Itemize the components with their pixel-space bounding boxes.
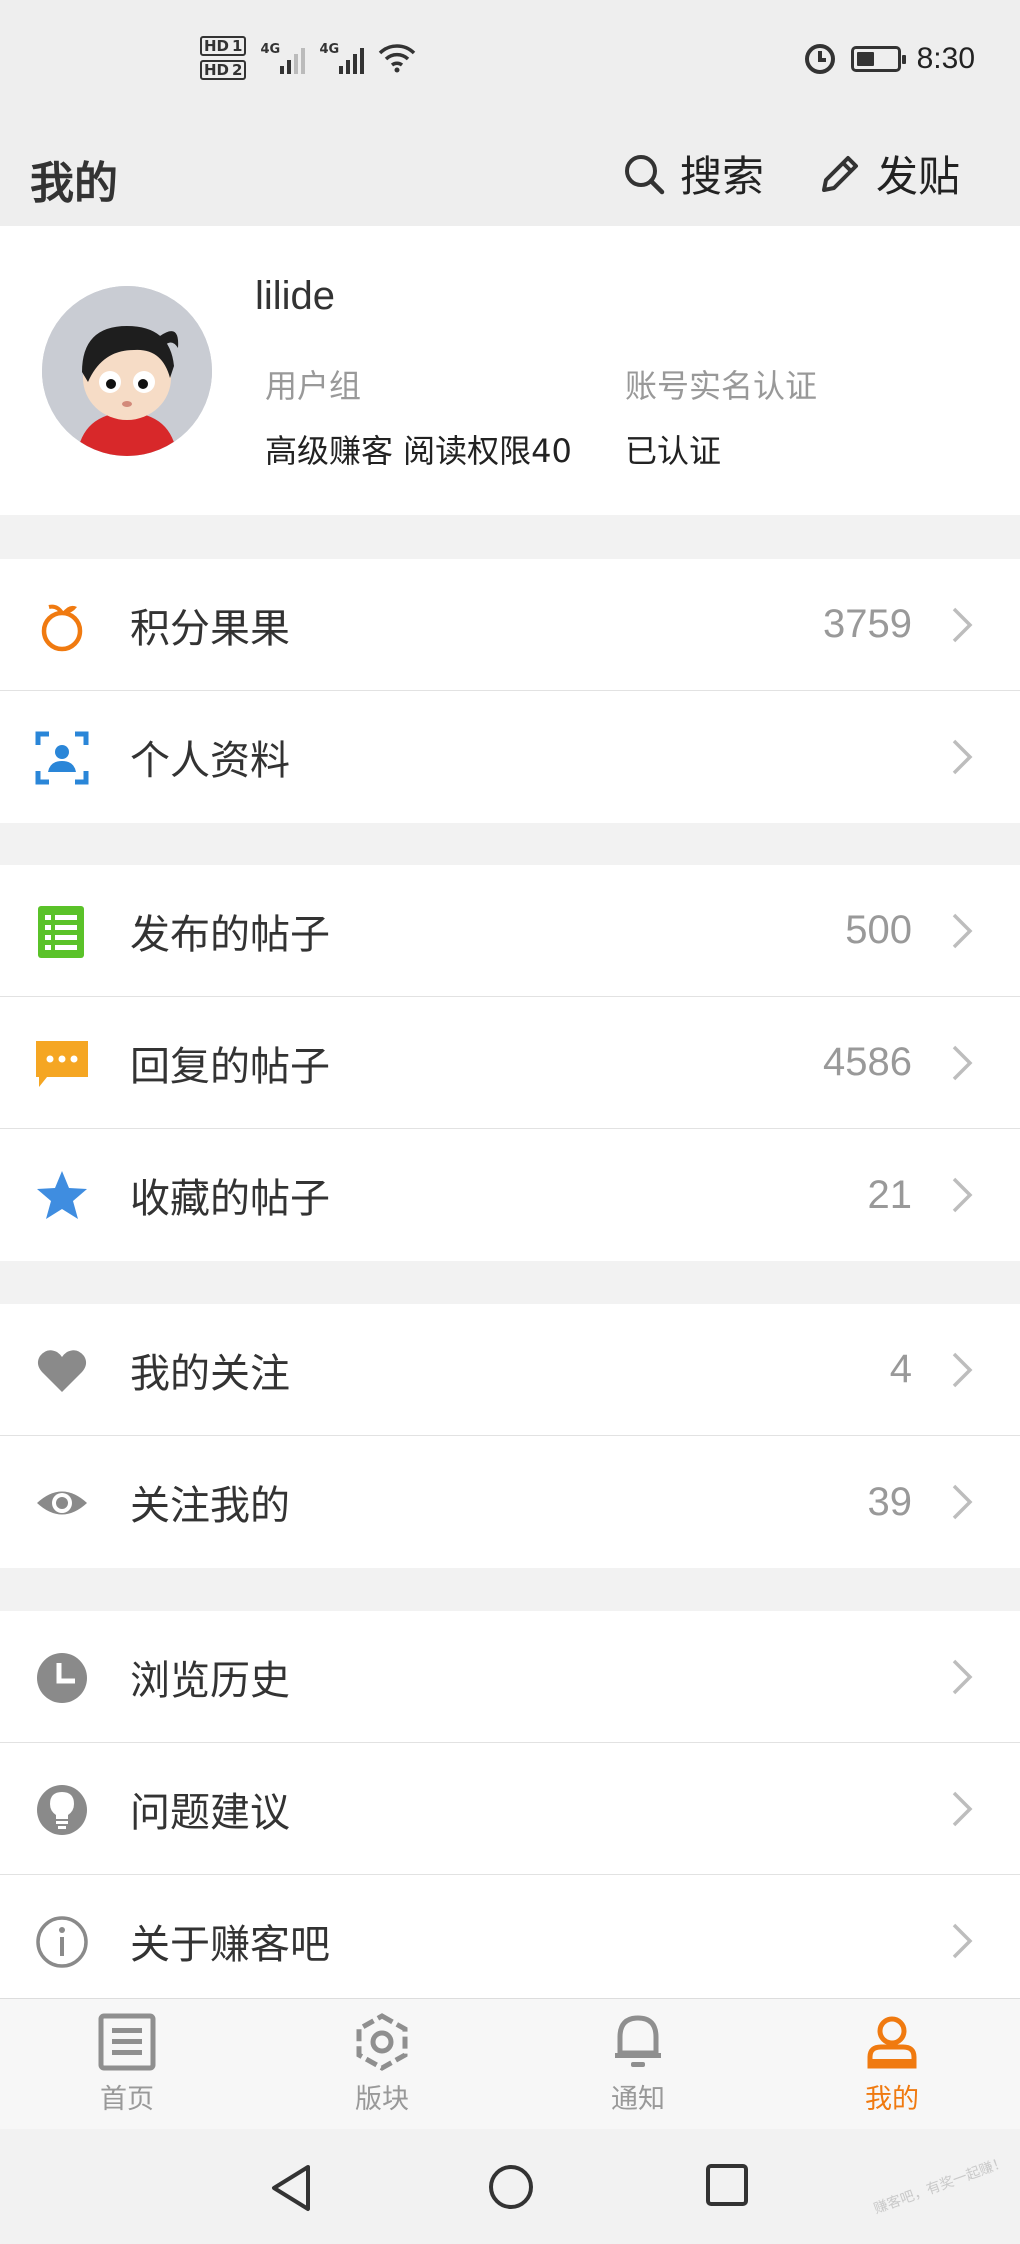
menu-item-following[interactable]: 我的关注 4 bbox=[0, 1304, 1020, 1436]
chevron-right-icon bbox=[952, 1045, 973, 1081]
home-circle-icon[interactable] bbox=[487, 2163, 535, 2211]
orange-icon bbox=[41, 604, 83, 652]
star-icon bbox=[37, 1171, 87, 1219]
watermark: 赚客吧，有奖一起赚！ bbox=[871, 2154, 1009, 2218]
hd2-badge: HD 2 bbox=[200, 60, 247, 80]
search-button[interactable]: 搜索 bbox=[622, 143, 764, 204]
chat-bubble-icon bbox=[36, 1041, 88, 1087]
menu-count: 21 bbox=[867, 1172, 913, 1217]
menu-item-favorites[interactable]: 收藏的帖子 21 bbox=[0, 1129, 1020, 1261]
page-title: 我的 bbox=[30, 158, 118, 209]
menu-item-about[interactable]: 关于赚客吧 bbox=[0, 1875, 1020, 1998]
clock-icon bbox=[37, 1653, 87, 1703]
chevron-right-icon bbox=[952, 607, 973, 643]
recents-square-icon[interactable] bbox=[705, 2163, 749, 2207]
menu-label: 积分果果 bbox=[130, 605, 290, 652]
avatar-image bbox=[42, 286, 212, 456]
tab-label: 首页 bbox=[100, 2084, 154, 2115]
app-header: 我的 搜索 发贴 bbox=[0, 125, 1020, 226]
chevron-right-icon bbox=[952, 1923, 973, 1959]
post-label: 发贴 bbox=[876, 152, 961, 201]
bell-icon bbox=[615, 2015, 661, 2067]
signal-2-icon: 4G bbox=[319, 42, 365, 74]
tab-label: 我的 bbox=[865, 2084, 919, 2115]
signal-1-icon: 4G bbox=[260, 42, 306, 74]
status-left: HD 1 HD 2 4G 4G bbox=[200, 36, 416, 80]
search-label: 搜索 bbox=[680, 152, 765, 201]
user-icon bbox=[867, 2016, 917, 2069]
chevron-right-icon bbox=[952, 1352, 973, 1388]
menu-group-misc: 浏览历史 问题建议 关于赚客吧 bbox=[0, 1611, 1020, 1998]
new-post-button[interactable]: 发贴 bbox=[818, 143, 960, 204]
tab-label: 通知 bbox=[611, 2084, 665, 2115]
menu-item-my-replies[interactable]: 回复的帖子 4586 bbox=[0, 997, 1020, 1129]
menu-label: 发布的帖子 bbox=[130, 911, 330, 958]
hd1-badge: HD 1 bbox=[200, 36, 247, 56]
tab-mine[interactable]: 我的 bbox=[832, 2013, 952, 2116]
menu-item-profile-info[interactable]: 个人资料 bbox=[0, 691, 1020, 823]
menu-label: 问题建议 bbox=[130, 1789, 290, 1836]
pencil-icon bbox=[822, 155, 858, 192]
user-group-label: 用户组 bbox=[265, 367, 362, 405]
menu-item-points[interactable]: 积分果果 3759 bbox=[0, 559, 1020, 691]
menu-item-followers[interactable]: 关注我的 39 bbox=[0, 1436, 1020, 1568]
menu-count: 4 bbox=[889, 1347, 912, 1391]
menu-group-follow: 我的关注 4 关注我的 39 bbox=[0, 1304, 1020, 1568]
avatar[interactable] bbox=[42, 286, 212, 456]
tab-boards[interactable]: 版块 bbox=[322, 2013, 442, 2116]
menu-count: 500 bbox=[845, 908, 912, 952]
verify-value: 已认证 bbox=[625, 432, 722, 470]
menu-label: 关注我的 bbox=[130, 1483, 290, 1529]
status-time: 8:30 bbox=[916, 42, 975, 75]
alarm-icon bbox=[804, 44, 835, 74]
eye-icon bbox=[37, 1491, 87, 1515]
list-icon bbox=[38, 906, 84, 958]
profile-card[interactable]: lilide 用户组 账号实名认证 高级赚客 阅读权限40 已认证 bbox=[0, 226, 1020, 515]
hexagon-gear-icon bbox=[356, 2013, 408, 2071]
menu-label: 我的关注 bbox=[130, 1350, 290, 1397]
menu-label: 浏览历史 bbox=[130, 1657, 290, 1704]
tab-label: 版块 bbox=[355, 2084, 409, 2115]
menu-count: 4586 bbox=[823, 1040, 912, 1084]
menu-item-my-posts[interactable]: 发布的帖子 500 bbox=[0, 865, 1020, 997]
menu-item-feedback[interactable]: 问题建议 bbox=[0, 1743, 1020, 1875]
bottom-tab-bar: 首页 版块 通知 我的 bbox=[0, 1998, 1020, 2129]
system-nav-bar: 赚客吧，有奖一起赚！ bbox=[0, 2129, 1020, 2244]
tab-home[interactable]: 首页 bbox=[67, 2013, 187, 2116]
chevron-right-icon bbox=[952, 1484, 973, 1520]
tab-notify[interactable]: 通知 bbox=[578, 2013, 698, 2116]
wifi-icon bbox=[379, 44, 416, 73]
menu-count: 39 bbox=[867, 1479, 913, 1524]
chevron-right-icon bbox=[952, 1791, 973, 1827]
hd-indicators: HD 1 HD 2 bbox=[200, 36, 247, 80]
username: lilide bbox=[255, 274, 336, 318]
info-icon bbox=[36, 1916, 88, 1968]
search-icon bbox=[625, 154, 665, 194]
profile-card-icon bbox=[35, 731, 89, 785]
menu-group-account: 积分果果 3759 个人资料 bbox=[0, 559, 1020, 823]
status-right: 8:30 bbox=[804, 42, 975, 76]
document-icon bbox=[98, 2013, 156, 2071]
menu-label: 个人资料 bbox=[130, 738, 290, 784]
chevron-right-icon bbox=[952, 1177, 973, 1213]
chevron-right-icon bbox=[952, 739, 973, 775]
heart-icon bbox=[37, 1350, 87, 1392]
chevron-right-icon bbox=[952, 913, 973, 949]
battery-icon bbox=[850, 46, 906, 72]
verify-label: 账号实名认证 bbox=[625, 367, 818, 405]
menu-item-history[interactable]: 浏览历史 bbox=[0, 1611, 1020, 1743]
user-group-value: 高级赚客 阅读权限40 bbox=[265, 432, 572, 470]
status-bar: HD 1 HD 2 4G 4G 8:30 bbox=[0, 0, 1020, 125]
menu-group-posts: 发布的帖子 500 回复的帖子 4586 收藏的帖子 21 bbox=[0, 865, 1020, 1261]
menu-label: 关于赚客吧 bbox=[130, 1922, 330, 1968]
menu-count: 3759 bbox=[823, 602, 912, 646]
back-icon[interactable] bbox=[268, 2163, 314, 2213]
chevron-right-icon bbox=[952, 1659, 973, 1695]
menu-label: 收藏的帖子 bbox=[130, 1176, 330, 1222]
lightbulb-icon bbox=[37, 1785, 87, 1835]
menu-label: 回复的帖子 bbox=[130, 1043, 330, 1090]
